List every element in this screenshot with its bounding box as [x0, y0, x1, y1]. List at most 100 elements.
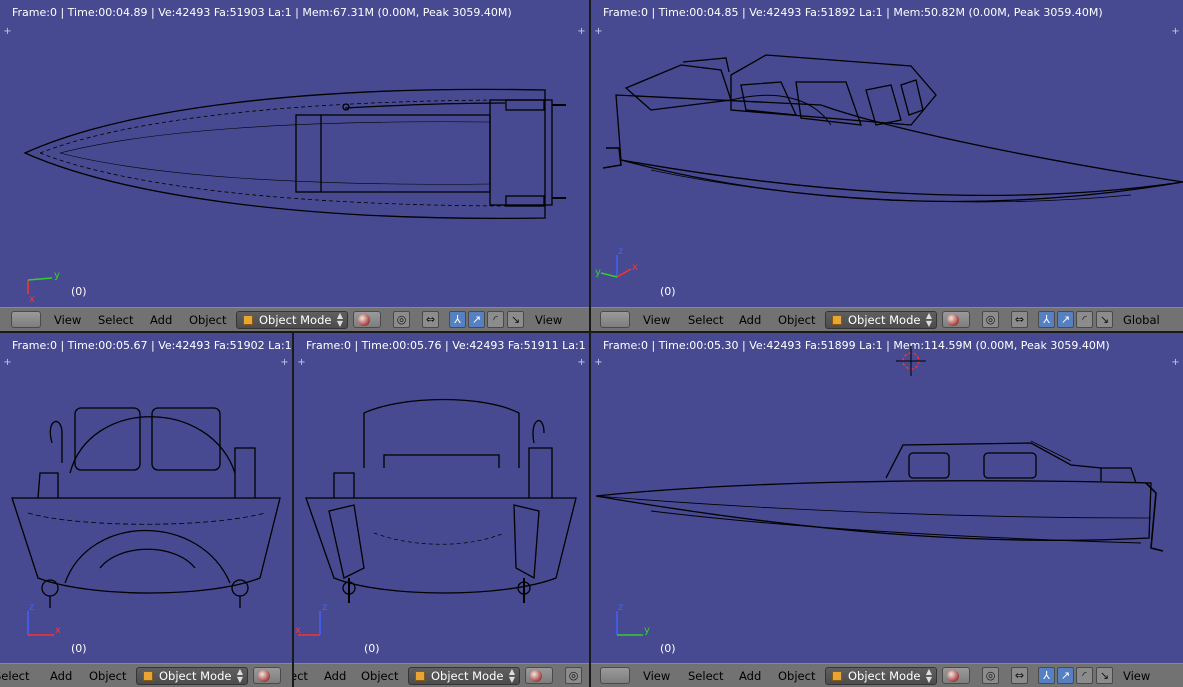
- viewport-header: View Select Add Object Object Mode ▲ ▼ ◎ …: [591, 307, 1183, 331]
- mode-label: Object Mode: [431, 669, 504, 683]
- viewport-top[interactable]: Frame:0 | Time:00:04.89 | Ve:42493 Fa:51…: [0, 0, 589, 331]
- snap-icon[interactable]: ⇔: [1011, 311, 1028, 328]
- sphere-icon: [358, 314, 370, 326]
- mode-label: Object Mode: [848, 669, 921, 683]
- menu-select[interactable]: Select: [688, 668, 723, 684]
- cube-icon: [143, 671, 153, 681]
- menu-view[interactable]: View: [643, 668, 670, 684]
- dropdown-arrows-icon: ▲ ▼: [336, 311, 343, 328]
- menu-object[interactable]: Object: [361, 668, 398, 684]
- cube-icon: [243, 315, 253, 325]
- scale-icon[interactable]: ↘: [1096, 667, 1113, 684]
- dropdown-arrows-icon: ▲ ▼: [925, 667, 932, 684]
- cube-icon: [832, 315, 842, 325]
- axis-gizmo: z x y: [595, 246, 638, 278]
- shading-button[interactable]: [253, 667, 281, 684]
- axis-label-y: y: [644, 625, 650, 636]
- menu-select[interactable]: Select: [98, 312, 133, 328]
- sphere-icon: [947, 670, 959, 682]
- mode-dropdown[interactable]: Object Mode ▲ ▼: [825, 311, 937, 329]
- axis-gizmo: z x: [295, 602, 327, 636]
- viewport-3d-area[interactable]: Frame:0 | Time:00:04.89 | Ve:42493 Fa:51…: [0, 0, 589, 307]
- mode-dropdown[interactable]: Object Mode ▲ ▼: [136, 667, 248, 685]
- axis-gizmo: z y: [616, 602, 650, 636]
- viewport-back[interactable]: Frame:0 | Time:00:05.76 | Ve:42493 Fa:51…: [294, 333, 589, 687]
- menu-view[interactable]: View: [54, 312, 81, 328]
- manipulator-icon[interactable]: ⅄: [1038, 667, 1055, 684]
- menu-object[interactable]: Object: [778, 668, 815, 684]
- editor-type-button[interactable]: [600, 311, 630, 328]
- menu-object[interactable]: Object: [778, 312, 815, 328]
- editor-type-button[interactable]: [11, 311, 41, 328]
- pivot-icon[interactable]: ◎: [565, 667, 582, 684]
- frame-count: (0): [660, 642, 676, 655]
- scale-icon[interactable]: ↘: [507, 311, 524, 328]
- viewport-3d-area[interactable]: Frame:0 | Time:00:04.85 | Ve:42493 Fa:51…: [591, 0, 1183, 307]
- mode-dropdown[interactable]: Object Mode ▲ ▼: [825, 667, 937, 685]
- shading-button[interactable]: [942, 667, 970, 684]
- viewport-header: Select Add Object Object Mode ▲▼: [0, 663, 292, 687]
- shading-button[interactable]: [525, 667, 553, 684]
- mode-dropdown[interactable]: Object Mode ▲ ▼: [408, 667, 520, 685]
- boat-wireframe-right: [595, 346, 1164, 552]
- axis-label-x: x: [55, 625, 61, 636]
- viewport-perspective[interactable]: Frame:0 | Time:00:04.85 | Ve:42493 Fa:51…: [591, 0, 1183, 331]
- orientation-dropdown[interactable]: Global: [1123, 312, 1160, 328]
- orientation-dropdown[interactable]: View: [1123, 668, 1150, 684]
- sphere-icon: [258, 670, 270, 682]
- menu-view[interactable]: View: [643, 312, 670, 328]
- rotate-icon[interactable]: ◜: [1076, 311, 1093, 328]
- snap-icon[interactable]: ⇔: [1011, 667, 1028, 684]
- boat-wireframe-perspective: [602, 54, 1183, 203]
- shading-button[interactable]: [942, 311, 970, 328]
- menu-add[interactable]: Add: [50, 668, 72, 684]
- mode-label: Object Mode: [848, 313, 921, 327]
- snap-icon[interactable]: ⇔: [422, 311, 439, 328]
- axis-gizmo: z x: [27, 602, 61, 636]
- axis-label-y: y: [54, 270, 60, 281]
- editor-type-button[interactable]: [600, 667, 630, 684]
- translate-icon[interactable]: ↗: [1057, 667, 1074, 684]
- menu-add[interactable]: Add: [739, 668, 761, 684]
- viewport-header: ect Add Object Object Mode ▲▼ ◎: [294, 663, 589, 687]
- frame-count: (0): [364, 642, 380, 655]
- menu-add[interactable]: Add: [324, 668, 346, 684]
- manipulator-icon[interactable]: ⅄: [449, 311, 466, 328]
- pivot-icon[interactable]: ◎: [982, 667, 999, 684]
- viewport-front[interactable]: Frame:0 | Time:00:05.67 | Ve:42493 Fa:51…: [0, 333, 292, 687]
- scale-icon[interactable]: ↘: [1096, 311, 1113, 328]
- menu-add[interactable]: Add: [150, 312, 172, 328]
- translate-icon[interactable]: ↗: [1057, 311, 1074, 328]
- menu-select[interactable]: ect: [294, 668, 308, 684]
- frame-count: (0): [71, 642, 87, 655]
- rotate-icon[interactable]: ◜: [1076, 667, 1093, 684]
- axis-gizmo: x y: [27, 270, 60, 304]
- orientation-dropdown[interactable]: View: [535, 312, 562, 328]
- menu-select[interactable]: Select: [0, 668, 29, 684]
- dropdown-arrows-icon: ▲ ▼: [508, 667, 515, 684]
- frame-count: (0): [71, 285, 87, 298]
- axis-label-x: x: [632, 262, 638, 273]
- menu-object[interactable]: Object: [189, 312, 226, 328]
- pivot-icon[interactable]: ◎: [393, 311, 410, 328]
- menu-select[interactable]: Select: [688, 312, 723, 328]
- axis-label-z: z: [322, 602, 327, 613]
- viewport-header: View Select Add Object Object Mode ▲ ▼ ◎ …: [591, 663, 1183, 687]
- cube-icon: [415, 671, 425, 681]
- viewport-3d-area[interactable]: Frame:0 | Time:00:05.76 | Ve:42493 Fa:51…: [294, 333, 589, 663]
- viewport-3d-area[interactable]: Frame:0 | Time:00:05.30 | Ve:42493 Fa:51…: [591, 333, 1183, 663]
- menu-add[interactable]: Add: [739, 312, 761, 328]
- shading-button[interactable]: [353, 311, 381, 328]
- translate-icon[interactable]: ↗: [468, 311, 485, 328]
- viewport-3d-area[interactable]: Frame:0 | Time:00:05.67 | Ve:42493 Fa:51…: [0, 333, 292, 663]
- pivot-icon[interactable]: ◎: [982, 311, 999, 328]
- sphere-icon: [947, 314, 959, 326]
- mode-dropdown[interactable]: Object Mode ▲ ▼: [236, 311, 348, 329]
- cube-icon: [832, 671, 842, 681]
- dropdown-arrows-icon: ▲ ▼: [236, 667, 243, 684]
- rotate-icon[interactable]: ◜: [487, 311, 504, 328]
- menu-object[interactable]: Object: [89, 668, 126, 684]
- manipulator-icon[interactable]: ⅄: [1038, 311, 1055, 328]
- axis-label-y: y: [595, 267, 601, 278]
- viewport-right[interactable]: Frame:0 | Time:00:05.30 | Ve:42493 Fa:51…: [591, 333, 1183, 687]
